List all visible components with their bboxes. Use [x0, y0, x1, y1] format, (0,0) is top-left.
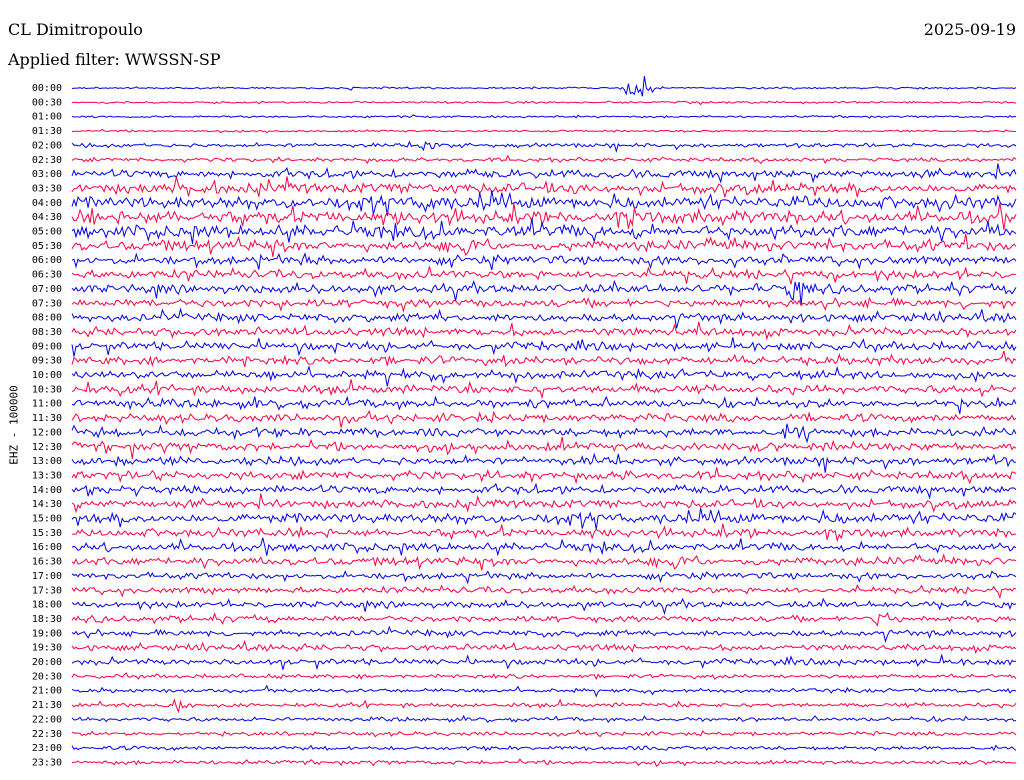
trace-row-0300 [71, 163, 1017, 184]
row-time-label: 21:00 [32, 686, 62, 697]
trace-row-2200 [71, 714, 1017, 723]
row-time-label: 07:30 [32, 298, 62, 309]
row-time-label: 07:00 [32, 284, 62, 295]
row-time-label: 11:30 [32, 413, 62, 424]
row-time-label: 22:30 [32, 729, 62, 740]
row-time-label: 03:30 [32, 183, 62, 194]
trace-row-0530 [71, 233, 1017, 257]
row-time-label: 03:00 [32, 169, 62, 180]
row-time-label: 15:00 [32, 514, 62, 525]
trace-row-1130 [71, 409, 1017, 428]
trace-row-1730 [71, 584, 1017, 600]
row-time-label: 14:00 [32, 485, 62, 496]
trace-row-1300 [71, 452, 1017, 473]
trace-row-1030 [71, 379, 1017, 400]
row-time-label: 06:00 [32, 255, 62, 266]
trace-row-1900 [71, 625, 1017, 644]
row-time-label: 15:30 [32, 528, 62, 539]
trace-row-0230 [71, 154, 1017, 165]
trace-row-1000 [71, 365, 1017, 387]
trace-row-2030 [71, 672, 1017, 680]
trace-row-1530 [71, 523, 1016, 543]
row-time-label: 18:00 [32, 600, 62, 611]
row-time-label: 20:30 [32, 671, 62, 682]
row-time-label: 18:30 [32, 614, 62, 625]
row-time-label: 09:30 [32, 356, 62, 367]
row-time-label: 01:30 [32, 126, 62, 137]
trace-row-0200 [71, 140, 1017, 154]
trace-row-1200 [71, 423, 1017, 444]
row-time-label: 13:00 [32, 456, 62, 467]
seismogram-plot: 00:00 00:30 01:00 01:30 02:00 02:30 03:00 03:30… [32, 76, 1017, 768]
row-time-label: 05:00 [32, 227, 62, 238]
trace-row-1400 [71, 482, 1017, 500]
row-time-label: 10:00 [32, 370, 62, 381]
trace-row-1700 [71, 570, 1017, 585]
row-time-label: 06:30 [32, 270, 62, 281]
trace-row-2230 [71, 729, 1017, 738]
trace-row-0430 [71, 203, 1017, 230]
trace-row-0730 [71, 296, 1017, 313]
trace-row-0100 [71, 114, 1017, 119]
trace-row-0130 [71, 128, 1017, 134]
trace-row-0330 [71, 176, 1017, 198]
trace-row-0400 [71, 190, 1017, 216]
trace-row-0030 [71, 100, 1017, 106]
trace-row-0000 [71, 76, 1017, 97]
row-time-label: 10:30 [32, 384, 62, 395]
trace-row-1100 [71, 395, 1017, 414]
trace-row-1230 [71, 437, 1017, 459]
trace-row-1500 [71, 508, 1017, 530]
trace-row-0600 [71, 252, 1017, 271]
trace-row-1600 [71, 537, 1017, 557]
trace-row-0930 [71, 350, 1017, 368]
trace-row-1800 [71, 597, 1017, 616]
row-time-label: 12:00 [32, 427, 62, 438]
row-time-label: 23:00 [32, 743, 62, 754]
row-time-label: 04:30 [32, 212, 62, 223]
row-time-label: 14:30 [32, 499, 62, 510]
trace-row-2300 [71, 744, 1017, 752]
row-time-label: 19:00 [32, 628, 62, 639]
row-time-label: 11:00 [32, 399, 62, 410]
trace-row-2000 [71, 653, 1017, 671]
row-time-label: 21:30 [32, 700, 62, 711]
trace-row-1930 [71, 639, 1017, 655]
trace-row-0900 [71, 337, 1017, 357]
trace-row-1430 [71, 493, 1017, 514]
row-time-label: 02:00 [32, 140, 62, 151]
trace-row-1830 [71, 611, 1017, 627]
trace-row-0500 [71, 218, 1017, 244]
row-time-label: 04:00 [32, 198, 62, 209]
trace-row-0830 [71, 321, 1017, 341]
row-time-label: 17:30 [32, 585, 62, 596]
row-time-label: 02:30 [32, 155, 62, 166]
row-time-label: 16:00 [32, 542, 62, 553]
row-time-label: 00:00 [32, 83, 62, 94]
row-time-label: 00:30 [32, 97, 62, 108]
row-time-label: 19:30 [32, 643, 62, 654]
row-time-label: 16:30 [32, 557, 62, 568]
row-time-label: 05:30 [32, 241, 62, 252]
trace-row-1630 [71, 553, 1017, 571]
row-time-label: 17:00 [32, 571, 62, 582]
row-time-label: 23:30 [32, 757, 62, 768]
trace-row-2330 [71, 758, 1016, 767]
trace-row-2100 [71, 684, 1017, 698]
row-time-label: 09:00 [32, 341, 62, 352]
trace-row-0630 [71, 266, 1017, 285]
trace-row-2130 [71, 698, 1017, 714]
trace-row-0800 [71, 307, 1017, 329]
row-time-label: 20:00 [32, 657, 62, 668]
row-time-label: 22:00 [32, 714, 62, 725]
row-time-label: 01:00 [32, 112, 62, 123]
trace-row-1330 [71, 467, 1017, 485]
row-time-label: 08:00 [32, 313, 62, 324]
row-time-label: 08:30 [32, 327, 62, 338]
row-time-label: 12:30 [32, 442, 62, 453]
row-time-label: 13:30 [32, 470, 62, 481]
